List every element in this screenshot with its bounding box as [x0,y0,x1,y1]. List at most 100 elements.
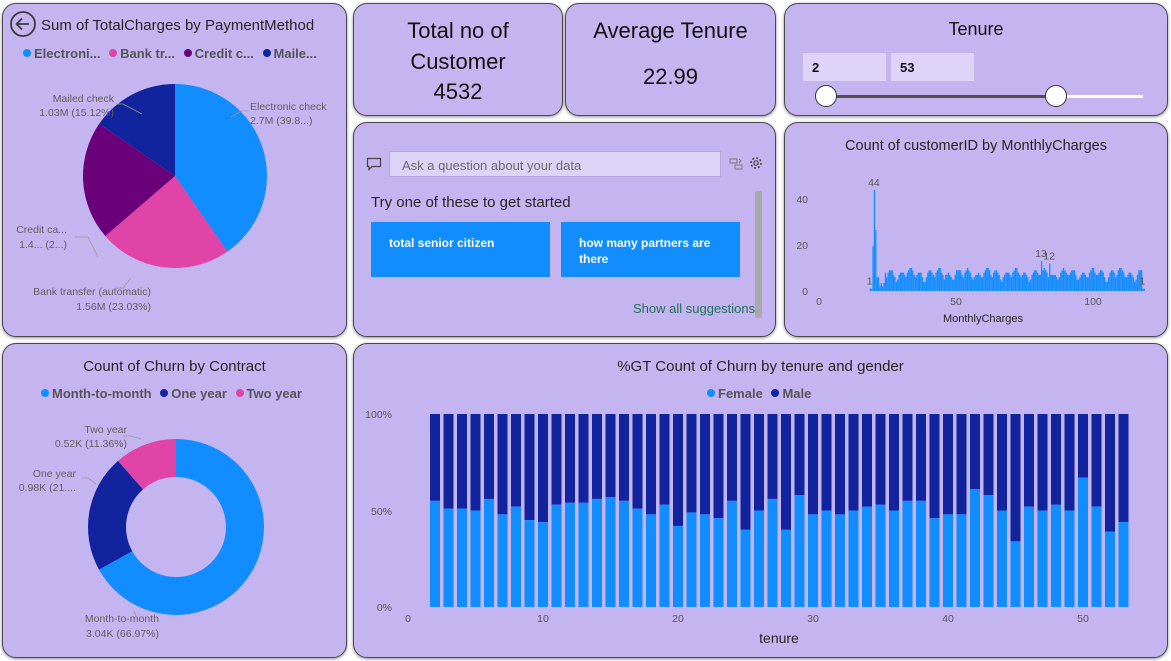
bar-female[interactable] [673,525,683,607]
bar-female[interactable] [443,508,454,607]
legend-credit[interactable]: Credit c... [183,46,254,61]
bar-female[interactable] [1051,504,1061,607]
bar-female[interactable] [754,510,764,608]
bar-female[interactable] [821,510,832,608]
bar-male[interactable] [659,414,670,505]
bar-female[interactable] [1105,531,1115,607]
bar-male[interactable] [524,414,535,521]
bar-male[interactable] [1118,414,1129,523]
legend-two-year[interactable]: Two year [235,386,302,401]
bar-female[interactable] [1091,506,1102,607]
bar-male[interactable] [1037,414,1048,511]
bar-male[interactable] [713,414,724,519]
bar-female[interactable] [565,502,575,607]
qa-suggestion-1[interactable]: total senior citizen [371,222,550,277]
bar-female[interactable] [902,500,913,607]
bar-female[interactable] [889,510,899,608]
bar-male[interactable] [970,414,980,490]
bar-male[interactable] [430,414,440,501]
bar-male[interactable] [754,414,764,511]
bar-female[interactable] [686,512,697,607]
bar-female[interactable] [794,495,805,607]
bar-female[interactable] [619,500,629,607]
bar-male[interactable] [1051,414,1061,505]
bar-female[interactable] [727,500,737,607]
bar-male[interactable] [727,414,737,501]
kpi-total-customers-card[interactable]: Total no of Customer 4532 [353,3,563,116]
bar-male[interactable] [497,414,508,515]
churn-tenure-gender-card[interactable]: %GT Count of Churn by tenure and gender … [353,343,1168,658]
bar-female[interactable] [1037,510,1048,608]
bar-female[interactable] [943,514,953,607]
bar-male[interactable] [916,414,926,501]
tenure-min-input[interactable]: 2 [803,53,886,81]
bar-male[interactable] [781,414,791,530]
bar-female[interactable] [1118,522,1129,607]
bar-female[interactable] [646,514,656,607]
bar-female[interactable] [700,514,710,607]
bar-male[interactable] [646,414,656,515]
bar-male[interactable] [673,414,683,526]
bar-male[interactable] [929,414,940,519]
convert-visual-icon[interactable] [729,157,743,171]
bar-female[interactable] [1010,541,1021,607]
bar-female[interactable] [997,510,1007,608]
legend-mailed[interactable]: Maile... [262,46,317,61]
bar-male[interactable] [484,414,494,499]
tenure-slider-max-handle[interactable] [1045,85,1067,107]
bar-female[interactable] [983,495,994,607]
bar-male[interactable] [443,414,454,509]
bar-male[interactable] [956,414,967,515]
bar-female[interactable] [781,529,791,607]
payment-method-pie-card[interactable]: Sum of TotalCharges by PaymentMethod Ele… [2,3,347,337]
bar-female[interactable] [632,508,643,607]
bar-male[interactable] [1091,414,1102,507]
bar-male[interactable] [821,414,832,511]
bar-female[interactable] [1024,506,1034,607]
bar-male[interactable] [551,414,562,505]
bar-male[interactable] [1078,414,1088,478]
bar-female[interactable] [875,504,886,607]
bar-male[interactable] [997,414,1007,511]
bar-female[interactable] [740,529,751,607]
bar-female[interactable] [1064,510,1075,608]
bar-female[interactable] [916,500,926,607]
bar-female[interactable] [578,502,589,607]
bar-male[interactable] [592,414,602,499]
tenure-slider-min-handle[interactable] [815,85,837,107]
bar-male[interactable] [794,414,805,496]
bar-male[interactable] [767,414,778,499]
bar-female[interactable] [659,504,670,607]
kpi-average-tenure-card[interactable]: Average Tenure 22.99 [565,3,776,116]
bar-male[interactable] [1064,414,1075,511]
bar-male[interactable] [632,414,643,509]
bar-male[interactable] [740,414,751,530]
qa-show-all-suggestions-link[interactable]: Show all suggestions [633,301,755,316]
bar-male[interactable] [619,414,629,501]
bar-female[interactable] [848,510,859,608]
tenure-max-input[interactable]: 53 [891,53,974,81]
bar-male[interactable] [943,414,953,515]
qa-scrollbar[interactable] [755,191,762,318]
bar-male[interactable] [605,414,616,497]
bar-female[interactable] [497,514,508,607]
churn-contract-donut-card[interactable]: Count of Churn by Contract Month-to-mont… [2,343,347,658]
bar-female[interactable] [862,506,872,607]
legend-bank[interactable]: Bank tr... [109,46,175,61]
bar-female[interactable] [970,489,980,607]
bar-female[interactable] [605,496,616,607]
qa-suggestion-2[interactable]: how many partners are there [561,222,740,277]
bar-male[interactable] [457,414,467,509]
bar-male[interactable] [889,414,899,511]
bar-male[interactable] [875,414,886,505]
monthly-charges-histogram-card[interactable]: Count of customerID by MonthlyCharges 44… [784,122,1168,337]
bar-male[interactable] [1010,414,1021,542]
bar-male[interactable] [578,414,589,503]
legend-one-year[interactable]: One year [160,386,227,401]
bar-female[interactable] [592,498,602,607]
bar-female[interactable] [929,518,940,607]
bar-female[interactable] [956,514,967,607]
legend-electronic[interactable]: Electroni... [23,46,100,61]
tenure-slicer-card[interactable]: Tenure 2 53 [784,3,1168,116]
bar-male[interactable] [470,414,481,511]
